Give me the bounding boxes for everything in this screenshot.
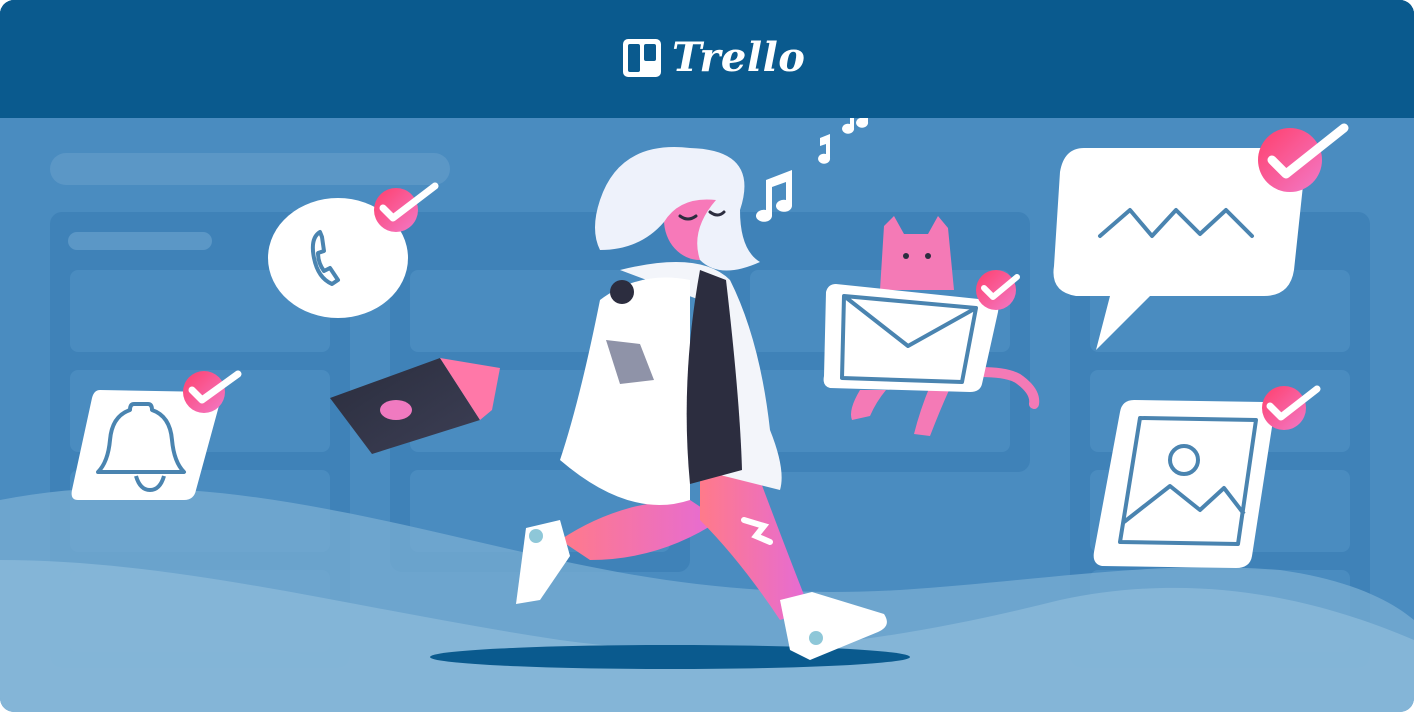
envelope-card [823,284,999,392]
checkmark-icon [1258,123,1349,192]
image-card [1093,400,1275,568]
brand-name: Trello [672,34,806,81]
trello-logo: Trello [622,36,805,80]
ground-shadow [430,645,910,669]
header-bar-overlay: Trello [0,0,1414,118]
trello-board-icon [623,39,661,77]
trello-banner: Trello [0,0,1414,712]
